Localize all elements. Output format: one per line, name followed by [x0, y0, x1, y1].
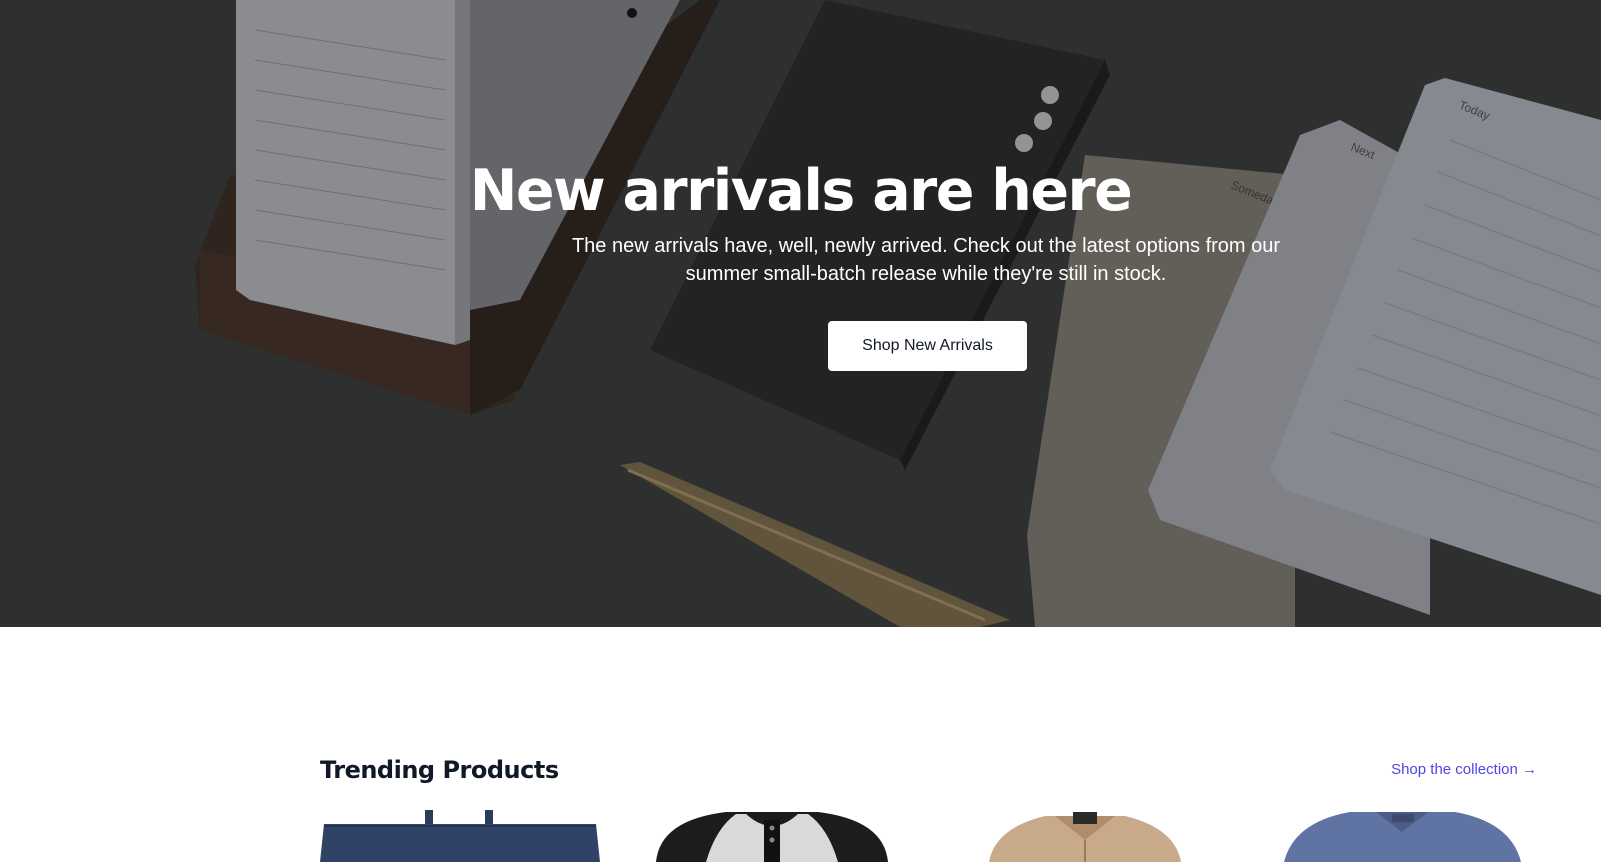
hero-content: New arrivals are here The new arrivals h… [0, 0, 1601, 627]
hero-title: New arrivals are here [469, 158, 1133, 224]
shop-collection-link[interactable]: Shop the collection → [1391, 761, 1537, 778]
product-card-blue-vneck-tee[interactable] [1280, 810, 1525, 862]
navy-tote-image [320, 810, 600, 862]
tan-jacket-image [989, 812, 1181, 862]
blue-vneck-tee-image [1284, 812, 1521, 862]
trending-products-heading: Trending Products [320, 756, 559, 784]
shop-new-arrivals-button[interactable]: Shop New Arrivals [828, 321, 1027, 371]
hero-subtitle: The new arrivals have, well, newly arriv… [571, 235, 1281, 285]
product-card-raglan-henley[interactable] [636, 810, 908, 862]
raglan-henley-image [656, 812, 888, 862]
product-card-navy-tote[interactable] [320, 810, 600, 862]
hero-section: Someday Next Today New arrivals are here… [0, 0, 1601, 627]
product-card-tan-jacket[interactable] [985, 810, 1185, 862]
